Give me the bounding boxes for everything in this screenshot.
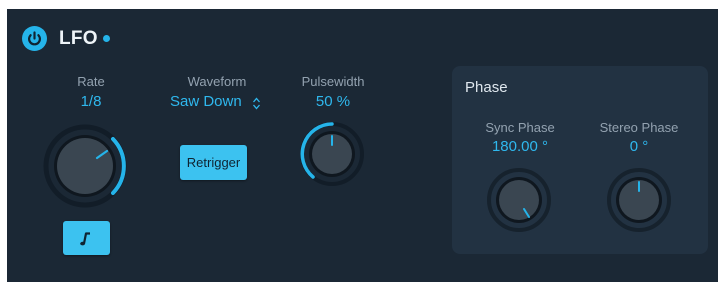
sync-phase-knob[interactable] xyxy=(486,167,552,233)
note-icon xyxy=(80,232,90,246)
power-button[interactable] xyxy=(22,26,47,51)
rate-value[interactable]: 1/8 xyxy=(56,93,126,110)
rate-label: Rate xyxy=(77,74,105,89)
rate-sync-button[interactable] xyxy=(63,221,110,255)
pulsewidth-knob[interactable] xyxy=(299,121,365,187)
power-icon xyxy=(28,31,41,46)
stereo-phase-label: Stereo Phase xyxy=(599,120,679,135)
stereo-phase-knob[interactable] xyxy=(606,167,672,233)
sync-phase-value[interactable]: 180.00 ° xyxy=(475,138,565,155)
sync-phase-label: Sync Phase xyxy=(485,120,555,135)
waveform-selector[interactable]: Saw Down xyxy=(158,93,276,113)
pulsewidth-label: Pulsewidth xyxy=(301,74,365,89)
retrigger-button[interactable]: Retrigger xyxy=(180,145,247,180)
pulsewidth-value[interactable]: 50 % xyxy=(293,93,373,110)
up-down-chevron-icon xyxy=(253,97,260,110)
rate-knob[interactable] xyxy=(41,124,131,208)
waveform-value: Saw Down xyxy=(170,93,242,110)
waveform-label: Waveform xyxy=(187,74,247,89)
phase-title: Phase xyxy=(465,79,508,96)
active-indicator xyxy=(103,35,110,42)
panel-title: LFO xyxy=(59,28,98,49)
stereo-phase-value[interactable]: 0 ° xyxy=(594,138,684,155)
lfo-panel: LFO Rate 1/8 Waveform Saw Down Retrigger… xyxy=(7,9,718,282)
